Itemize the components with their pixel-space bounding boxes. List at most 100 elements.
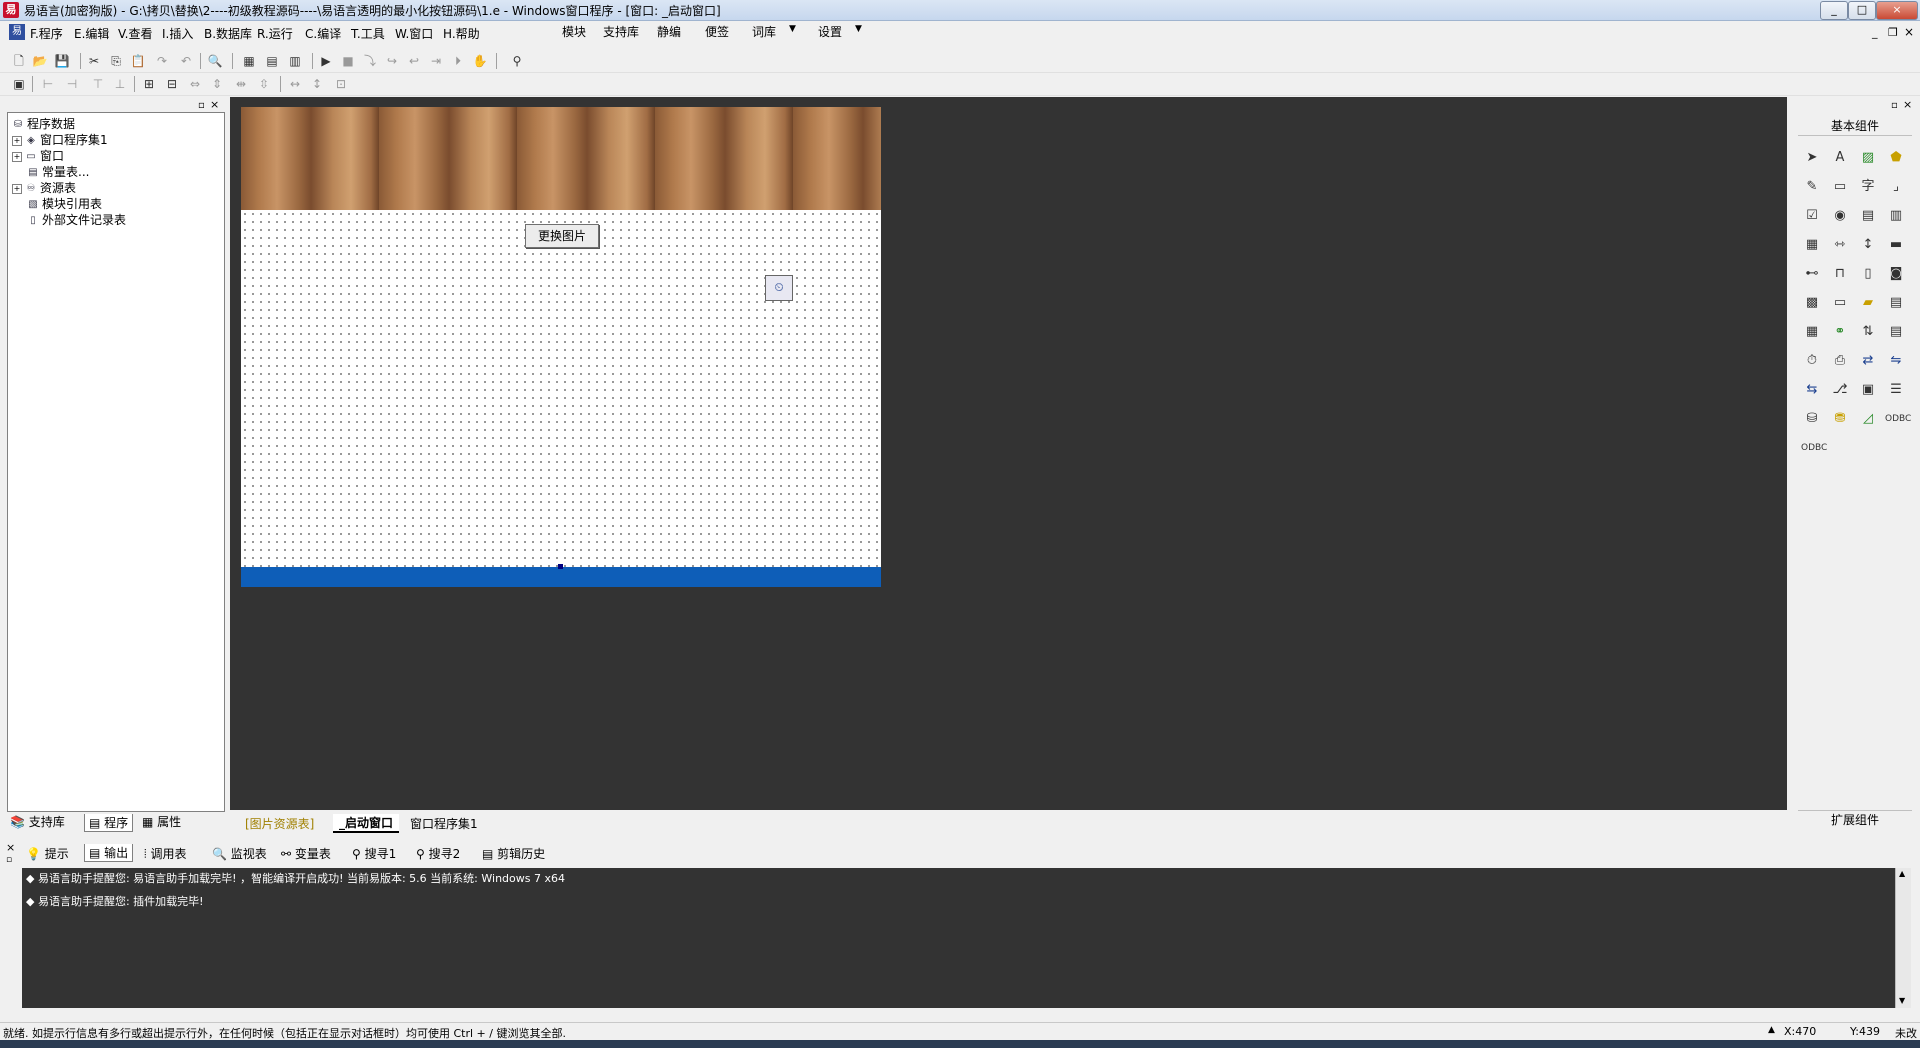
tab-watch[interactable]: 🔍 监视表 [212,845,267,862]
palette-float-icon[interactable]: ▫ [1891,100,1898,111]
layout-3-icon[interactable]: ▥ [287,53,303,69]
binoculars-icon[interactable]: ⚲ [509,53,525,69]
frame-icon[interactable]: ▣ [1857,379,1879,401]
menu-view[interactable]: V.查看 [118,25,152,42]
drive-box-icon[interactable]: ▭ [1829,292,1851,314]
resize-height-icon[interactable]: ↕ [309,76,325,92]
socket-icon[interactable]: ⇆ [1801,379,1823,401]
edit-box-icon[interactable]: ✎ [1801,176,1823,198]
printer-icon[interactable]: ⎙ [1829,350,1851,372]
menu-module[interactable]: 模块 [562,23,586,40]
same-width-icon[interactable]: ⇔ [187,76,203,92]
menu-dictionary[interactable]: 词库 [752,23,776,40]
shape-icon[interactable]: ⬟ [1885,147,1907,169]
expand-icon[interactable]: + [12,135,22,146]
layout-1-icon[interactable]: ▦ [241,53,257,69]
mdi-minimize-icon[interactable]: _ [1872,26,1878,39]
run-to-cursor-icon[interactable]: ⇥ [428,53,444,69]
hscroll-icon[interactable]: ⇿ [1829,234,1851,256]
tab-window-assembly[interactable]: 窗口程序集1 [410,815,478,832]
color-picker-icon[interactable]: ▦ [1801,321,1823,343]
output-panel[interactable]: ◆ 易语言助手提醒您: 易语言助手加载完毕! ，智能编译开启成功! 当前易版本:… [22,868,1895,1008]
dictionary-dropdown-icon[interactable]: ▼ [789,24,796,34]
clock-icon[interactable]: ⏱ [1801,350,1823,372]
spinner-icon[interactable]: ⇅ [1857,321,1879,343]
odbc-db-icon[interactable]: ODBC [1885,408,1911,430]
align-bottom-icon[interactable]: ⊥ [112,76,128,92]
checkbox-icon[interactable]: ☑ [1801,205,1823,227]
scroll-up-icon[interactable]: ▲ [1899,869,1905,878]
tab-program[interactable]: ▤ 程序 [84,814,134,832]
output-float-icon[interactable]: ▫ [6,855,12,865]
breakpoint-icon[interactable]: ⏵ [450,53,466,69]
align-left-icon[interactable]: ⊢ [40,76,56,92]
open-file-icon[interactable]: 📂 [32,53,48,69]
menu-run[interactable]: R.运行 [257,25,293,42]
step-into-icon[interactable]: ⤵ [362,53,378,69]
tab-clip-history[interactable]: ▤ 剪辑历史 [482,845,545,862]
odbc-source-icon[interactable]: ODBC [1801,437,1827,459]
align-right-icon[interactable]: ⊣ [64,76,80,92]
tree-item-resources[interactable]: + ♾ 资源表 [12,179,76,196]
menu-compile[interactable]: C.编译 [305,25,341,42]
center-horizontal-icon[interactable]: ⊞ [141,76,157,92]
camera-icon[interactable]: ◙ [1885,263,1907,285]
picture-box-icon[interactable]: ▨ [1857,147,1879,169]
list-box-icon[interactable]: ▥ [1885,205,1907,227]
undo-icon[interactable]: ↶ [178,53,194,69]
mdi-restore-icon[interactable]: ❐ [1888,26,1898,39]
timer-component-icon[interactable]: ⏲ [765,275,793,301]
tab-support-lib[interactable]: 📚 支持库 [10,813,65,830]
rich-edit-icon[interactable]: ▭ [1829,176,1851,198]
save-icon[interactable]: 💾 [54,53,70,69]
maximize-button[interactable]: □ [1848,1,1876,20]
extended-components-header[interactable]: 扩展组件 [1798,810,1912,829]
tab-variables[interactable]: ⚯ 变量表 [281,845,331,862]
tree-item-assembly[interactable]: + ◈ 窗口程序集1 [12,131,108,148]
redo-icon[interactable]: ↷ [154,53,170,69]
paste-icon[interactable]: 📋 [130,53,146,69]
tree-item-constants[interactable]: ▤ 常量表... [27,163,89,180]
layout-2-icon[interactable]: ▤ [264,53,280,69]
calendar-icon[interactable]: ▩ [1801,292,1823,314]
mdi-close-icon[interactable]: × [1904,25,1914,39]
resize-width-icon[interactable]: ↔ [287,76,303,92]
cut-icon[interactable]: ✂ [86,53,102,69]
step-over-icon[interactable]: ↪ [384,53,400,69]
menu-settings[interactable]: 设置 [818,23,842,40]
stop-icon[interactable]: ■ [340,53,356,69]
tab-hint[interactable]: 💡 提示 [26,845,69,862]
tree-item-window[interactable]: + ▭ 窗口 [12,147,64,164]
text-icon[interactable]: 字 [1857,176,1879,198]
tree-root[interactable]: ⛁ 程序数据 [12,115,75,132]
radio-icon[interactable]: ◉ [1829,205,1851,227]
menu-tools[interactable]: T.工具 [351,25,385,42]
calculator-icon[interactable]: ▣ [11,76,27,92]
db-provider-icon[interactable]: ⛁ [1801,408,1823,430]
palette-close-icon[interactable]: × [1903,98,1912,111]
tab-image-resources[interactable]: [图片资源表] [245,815,314,832]
toolbar-component-icon[interactable]: ▤ [1885,321,1907,343]
db-connect-icon[interactable]: ⛃ [1829,408,1851,430]
serial-port-icon[interactable]: ⎇ [1829,379,1851,401]
tab-call-stack[interactable]: ⦙ 调用表 [144,845,187,862]
tab-properties[interactable]: ▦ 属性 [142,813,181,830]
tab-startup-window[interactable]: _启动窗口 [333,814,400,833]
chart-icon[interactable]: ◿ [1857,408,1879,430]
menu-program[interactable]: F.程序 [30,25,63,42]
progress-icon[interactable]: ▬ [1885,234,1907,256]
label-icon[interactable]: A [1829,147,1851,169]
tab-search2[interactable]: ⚲ 搜寻2 [416,845,460,862]
menu-help[interactable]: H.帮助 [443,25,480,42]
menu-notes[interactable]: 便签 [705,23,729,40]
status-scroll-icon[interactable]: ▲ [1768,1025,1775,1035]
pointer-icon[interactable]: ➤ [1801,147,1823,169]
file-box-icon[interactable]: ▤ [1885,292,1907,314]
minimize-button[interactable]: _ [1820,1,1848,20]
tab-control-icon[interactable]: ⊓ [1829,263,1851,285]
panel-float-icon[interactable]: ▫ [198,100,205,111]
menu-support-lib[interactable]: 支持库 [603,23,639,40]
output-scrollbar[interactable]: ▲ ▼ [1895,868,1911,1008]
find-icon[interactable]: 🔍 [207,53,223,69]
form-designer[interactable]: 更换图片 ⏲ [241,107,881,587]
